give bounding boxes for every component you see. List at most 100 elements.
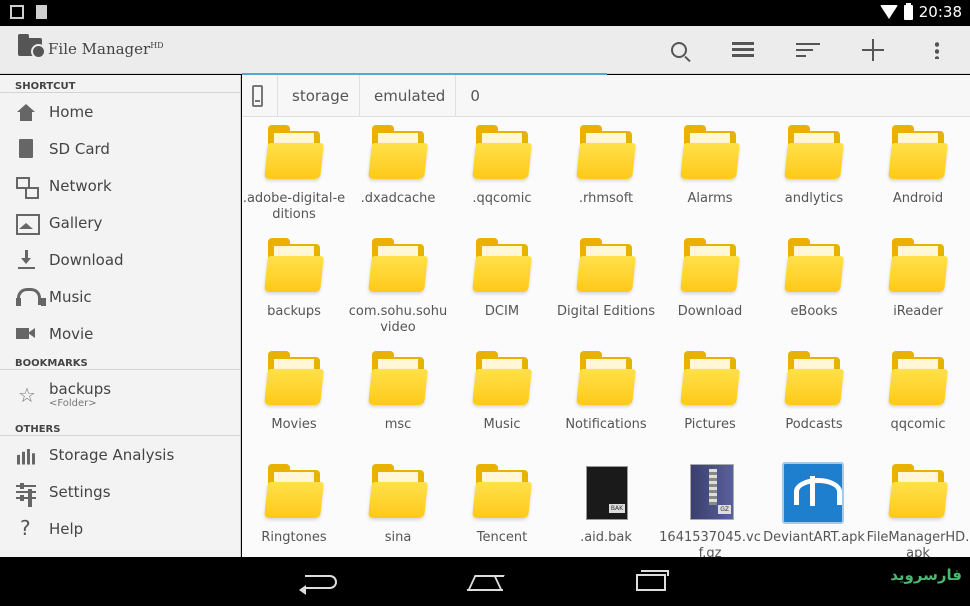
file-browser: storage emulated 0 .adobe-digital-editio… (242, 74, 970, 561)
breadcrumb-storage[interactable]: storage (277, 74, 359, 117)
folder-icon (368, 351, 428, 407)
help-icon (15, 516, 37, 540)
folder-item[interactable]: iReader (866, 230, 970, 342)
folder-item[interactable]: backups (242, 230, 346, 342)
sidebar-item-gallery[interactable]: Gallery (0, 204, 240, 241)
folder-icon (472, 125, 532, 181)
item-label: DeviantART.apk (763, 530, 865, 545)
folder-item[interactable]: Download (658, 230, 762, 342)
folder-item[interactable]: .rhmsoft (554, 117, 658, 229)
folder-icon (888, 464, 948, 520)
file-item[interactable]: .aid.bak (554, 456, 658, 568)
home-nav-icon[interactable] (467, 573, 503, 591)
folder-item[interactable]: Tencent (450, 456, 554, 568)
overflow-menu-icon (935, 41, 939, 59)
folder-item[interactable]: Ringtones (242, 456, 346, 568)
item-label: Android (892, 191, 944, 206)
folder-item[interactable]: DCIM (450, 230, 554, 342)
sd-card-notification-icon (36, 5, 47, 19)
bak-file-icon (586, 466, 628, 520)
folder-item[interactable]: Digital Editions (554, 230, 658, 342)
section-header-others: OTHERS (0, 418, 240, 436)
breadcrumb: storage emulated 0 (242, 74, 970, 117)
item-label: com.sohu.sohuvideo (348, 304, 448, 335)
folder-item[interactable]: eBooks (762, 230, 866, 342)
folder-item[interactable]: Notifications (554, 343, 658, 455)
search-button[interactable] (664, 36, 694, 64)
item-label: Tencent (476, 530, 528, 545)
sidebar-item-help[interactable]: Help (0, 510, 240, 547)
recent-apps-icon[interactable] (636, 570, 669, 591)
item-label: Notifications (565, 417, 647, 432)
download-icon (15, 249, 37, 270)
chart-icon (15, 445, 37, 465)
archive-file-icon (690, 464, 734, 520)
folder-item[interactable]: com.sohu.sohuvideo (346, 230, 450, 342)
folder-item[interactable]: Podcasts (762, 343, 866, 455)
folder-item[interactable]: Alarms (658, 117, 762, 229)
folder-item[interactable]: .qqcomic (450, 117, 554, 229)
sidebar-item-movie[interactable]: Movie (0, 315, 240, 352)
folder-icon (888, 125, 948, 181)
battery-icon (903, 2, 913, 20)
folder-item[interactable]: Movies (242, 343, 346, 455)
item-label: Download (677, 304, 743, 319)
folder-item[interactable]: .dxadcache (346, 117, 450, 229)
item-label: andlytics (784, 191, 844, 206)
folder-item[interactable]: FileManagerHD.apk (866, 456, 970, 568)
folder-icon (784, 351, 844, 407)
folder-item[interactable]: andlytics (762, 117, 866, 229)
sidebar-item-music[interactable]: Music (0, 278, 240, 315)
apk-file-icon (782, 462, 844, 524)
breadcrumb-0[interactable]: 0 (455, 74, 490, 117)
bookmark-item-backups[interactable]: backups <Folder> (0, 370, 240, 418)
sidebar: SHORTCUT Home SD Card Network Gallery Do… (0, 75, 241, 557)
folder-item[interactable]: Pictures (658, 343, 762, 455)
breadcrumb-emulated[interactable]: emulated (358, 74, 455, 117)
item-label: eBooks (790, 304, 838, 319)
folder-icon (264, 125, 324, 181)
view-mode-button[interactable] (728, 36, 758, 64)
file-grid: .adobe-digital-editions .dxadcache .qqcomi… (242, 117, 970, 561)
add-button[interactable] (858, 36, 888, 64)
app-folder-icon[interactable] (18, 34, 46, 59)
file-item[interactable]: DeviantART.apk (762, 456, 866, 568)
sidebar-item-network[interactable]: Network (0, 167, 240, 204)
item-label: Music (483, 417, 521, 432)
folder-item[interactable]: msc (346, 343, 450, 455)
sidebar-item-home[interactable]: Home (0, 93, 240, 130)
folder-icon (368, 238, 428, 294)
file-item[interactable]: 1641537045.vcf.gz (658, 456, 762, 568)
device-icon[interactable] (252, 84, 263, 107)
view-list-icon (732, 42, 754, 58)
folder-icon (784, 125, 844, 181)
back-icon[interactable] (299, 575, 337, 595)
folder-icon (680, 238, 740, 294)
item-label: Digital Editions (556, 304, 656, 319)
folder-item[interactable]: sina (346, 456, 450, 568)
folder-item[interactable]: qqcomic (866, 343, 970, 455)
folder-item[interactable]: Music (450, 343, 554, 455)
folder-icon (472, 238, 532, 294)
sd-card-icon (15, 138, 37, 159)
item-label: DCIM (484, 304, 520, 319)
item-label: msc (384, 417, 412, 432)
item-label: backups (267, 304, 321, 319)
folder-icon (888, 238, 948, 294)
overflow-menu-button[interactable] (922, 36, 952, 64)
sidebar-item-settings[interactable]: Settings (0, 473, 240, 510)
gallery-icon (15, 213, 40, 235)
item-label: Ringtones (261, 530, 327, 545)
sidebar-item-sd-card[interactable]: SD Card (0, 130, 240, 167)
folder-icon (576, 238, 636, 294)
folder-item[interactable]: .adobe-digital-editions (242, 117, 346, 229)
add-icon (862, 39, 884, 61)
item-label: sina (384, 530, 412, 545)
folder-icon (576, 125, 636, 181)
folder-item[interactable]: Android (866, 117, 970, 229)
sort-button[interactable] (793, 36, 823, 64)
item-label: .aid.bak (580, 530, 632, 545)
folder-icon (680, 125, 740, 181)
sidebar-item-download[interactable]: Download (0, 241, 240, 278)
sidebar-item-storage-analysis[interactable]: Storage Analysis (0, 436, 240, 473)
